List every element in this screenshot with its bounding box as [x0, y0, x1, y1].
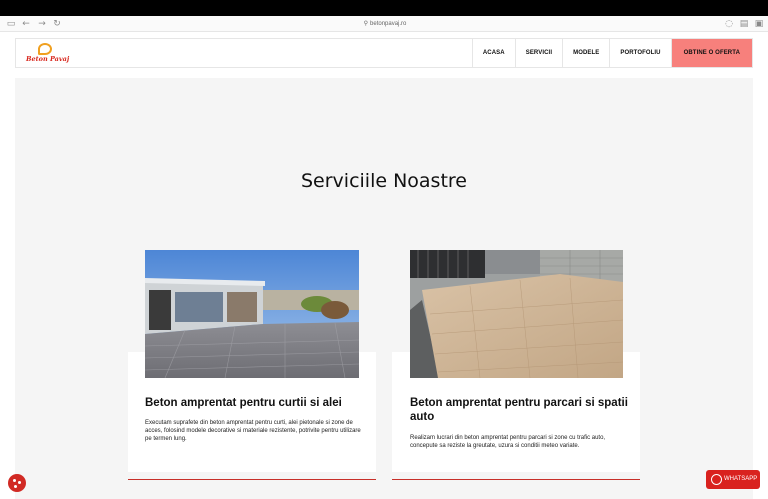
site-header: Beton Pavaj ACASA SERVICII MODELE PORTOF…: [15, 38, 753, 68]
logo-text: Beton Pavaj: [26, 55, 70, 63]
os-top-bar: [0, 0, 768, 16]
reload-icon[interactable]: ↻: [52, 19, 62, 29]
tabs-icon[interactable]: ▣: [754, 19, 764, 29]
get-offer-button[interactable]: OBTINE O OFERTA: [670, 39, 752, 67]
parking-photo: [410, 250, 623, 378]
nav-item-portofoliu[interactable]: PORTOFOLIU: [609, 39, 670, 67]
services-section: Serviciile Noastre Beton amprentat pentr…: [15, 78, 753, 499]
whatsapp-label: WHATSAPP: [724, 476, 758, 482]
logo-mark-icon: [38, 43, 52, 55]
address-bar[interactable]: ⚲ betonpavaj.ro: [340, 18, 430, 30]
link-icon: ⚲: [363, 21, 369, 27]
section-title: Serviciile Noastre: [300, 170, 467, 192]
main-menu: ACASA SERVICII MODELE PORTOFOLIU OBTINE …: [471, 39, 752, 67]
courtyard-image: [145, 250, 359, 378]
reader-icon[interactable]: ▤: [739, 19, 749, 29]
whatsapp-icon: [711, 474, 722, 485]
browser-toolbar: ▭ ← → ↻ ⚲ betonpavaj.ro ◌ ▤ ▣: [0, 16, 768, 32]
card-title[interactable]: Beton amprentat pentru curtii si alei: [145, 396, 375, 410]
card-underline: [128, 479, 376, 480]
logo[interactable]: Beton Pavaj: [26, 43, 74, 65]
url-text: betonpavaj.ro: [370, 21, 407, 27]
shield-icon[interactable]: ◌: [724, 19, 734, 29]
card-underline: [392, 479, 640, 480]
card-title[interactable]: Beton amprentat pentru parcari si spatii…: [410, 396, 632, 424]
card-text: Realizam lucrari din beton amprentat pen…: [410, 435, 606, 449]
forward-icon[interactable]: →: [37, 19, 47, 29]
back-icon[interactable]: ←: [21, 19, 31, 29]
cookie-icon[interactable]: [8, 474, 26, 492]
card-text: Executam suprafete din beton amprentat p…: [145, 420, 361, 442]
courtyard-photo: [145, 250, 359, 378]
parking-image: [410, 250, 623, 378]
whatsapp-button[interactable]: WHATSAPP: [706, 470, 760, 489]
nav-item-servicii[interactable]: SERVICII: [514, 39, 562, 67]
sidebar-toggle-icon[interactable]: ▭: [6, 19, 16, 29]
nav-item-modele[interactable]: MODELE: [562, 39, 609, 67]
nav-item-acasa[interactable]: ACASA: [471, 39, 515, 67]
